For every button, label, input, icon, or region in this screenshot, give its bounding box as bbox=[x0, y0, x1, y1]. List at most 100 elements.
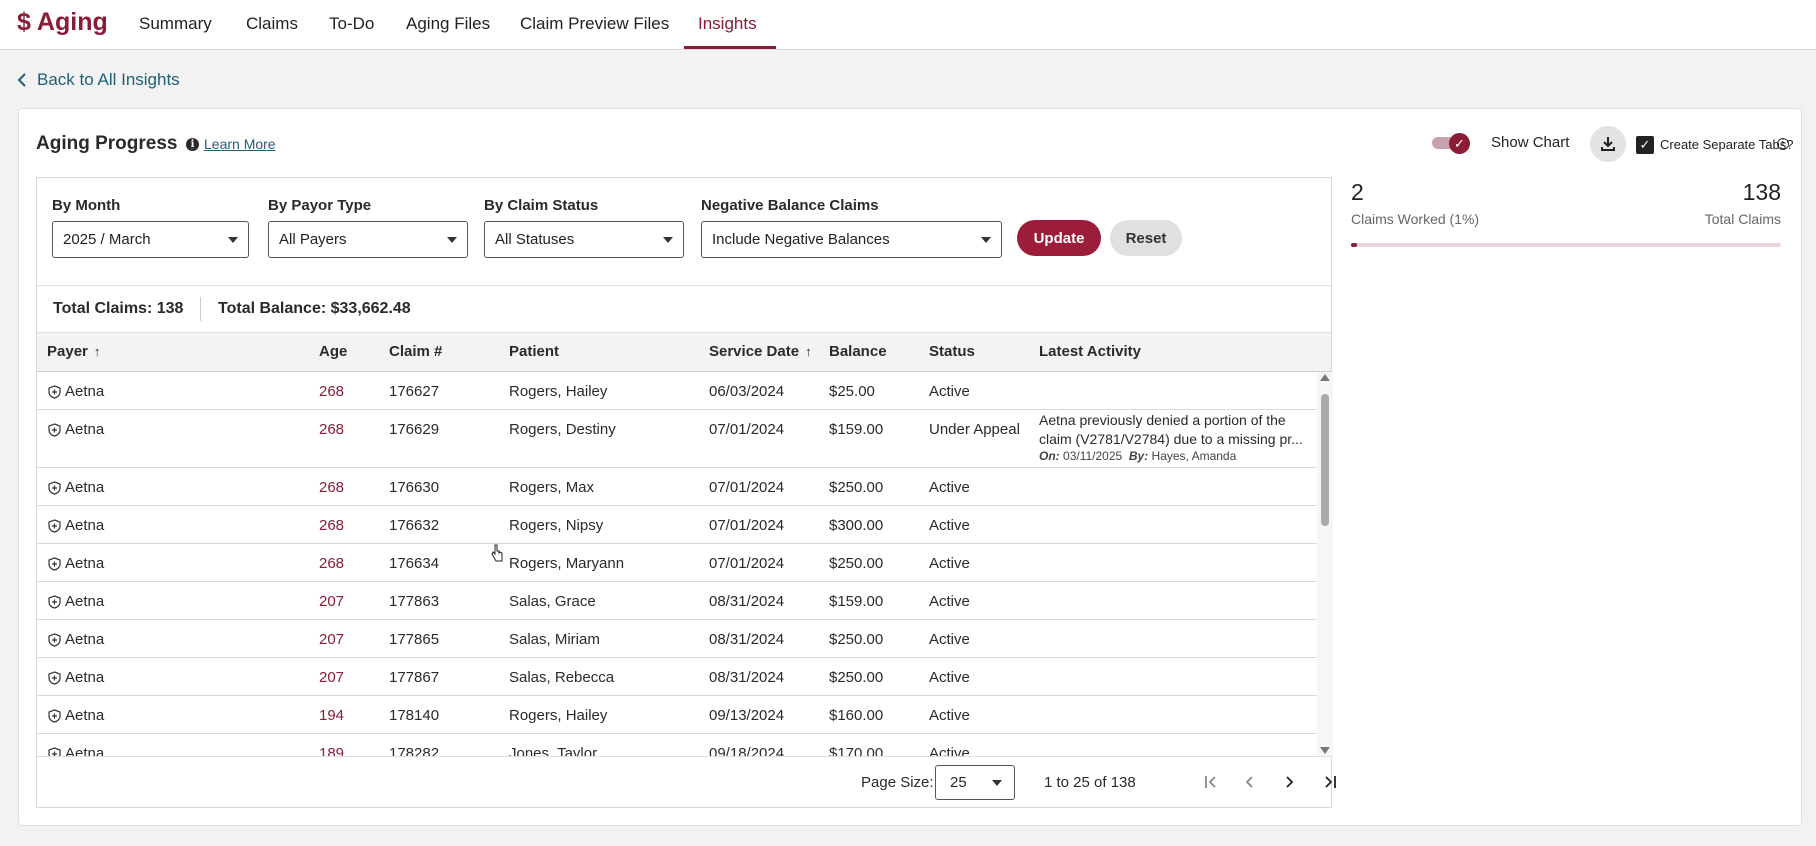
col-patient[interactable]: Patient bbox=[509, 343, 559, 360]
caret-down-icon bbox=[992, 780, 1002, 786]
filter-bar: By Month 2025 / March By Payor Type All … bbox=[37, 178, 1331, 286]
tab-aging-files[interactable]: Aging Files bbox=[406, 14, 490, 34]
service-date-cell: 09/18/2024 bbox=[709, 745, 785, 756]
create-separate-tabs-checkbox[interactable]: ✓ bbox=[1636, 136, 1654, 154]
payer-name: Aetna bbox=[65, 479, 105, 496]
activity-by-label: By: bbox=[1128, 449, 1149, 463]
tab-claim-preview-files[interactable]: Claim Preview Files bbox=[520, 14, 669, 34]
balance-cell: $250.00 bbox=[829, 479, 884, 496]
table-row[interactable]: Aetna 268 176629 Rogers, Destiny 07/01/2024 $… bbox=[37, 410, 1317, 468]
col-status[interactable]: Status bbox=[929, 343, 975, 360]
table-row[interactable]: Aetna 268 176634 Rogers, Maryann 07/01/2024 $… bbox=[37, 544, 1317, 582]
service-date-cell: 07/01/2024 bbox=[709, 517, 785, 534]
top-nav: $ Aging Summary Claims To-Do Aging Files… bbox=[0, 0, 1816, 50]
payer-cell: Aetna bbox=[48, 383, 104, 400]
tab-insights[interactable]: Insights bbox=[698, 14, 757, 34]
shield-icon bbox=[48, 670, 61, 685]
activity-meta: On: 03/11/2025 By: Hayes, Amanda bbox=[1039, 449, 1311, 463]
table-row[interactable]: Aetna 207 177865 Salas, Miriam 08/31/2024 $25… bbox=[37, 620, 1317, 658]
show-chart-toggle[interactable]: ✓ bbox=[1432, 133, 1470, 154]
month-select[interactable]: 2025 / March bbox=[52, 221, 249, 258]
chevron-right-icon bbox=[1286, 776, 1294, 788]
last-page-button[interactable] bbox=[1318, 770, 1342, 794]
claim-number-cell: 178282 bbox=[389, 745, 440, 756]
status-cell: Active bbox=[929, 669, 970, 686]
table-row[interactable]: Aetna 268 176630 Rogers, Max 07/01/2024 $250.… bbox=[37, 468, 1317, 506]
table-row[interactable]: Aetna 268 176632 Rogers, Nipsy 07/01/2024 $30… bbox=[37, 506, 1317, 544]
status-cell: Active bbox=[929, 745, 970, 756]
learn-more-label: Learn More bbox=[204, 136, 276, 152]
total-claims-label: Total Claims bbox=[1704, 211, 1781, 227]
app-logo[interactable]: $ Aging bbox=[17, 8, 108, 37]
table-row[interactable]: Aetna 268 176627 Rogers, Hailey 06/03/2024 $2… bbox=[37, 372, 1317, 410]
age-cell: 207 bbox=[319, 669, 345, 686]
scroll-thumb[interactable] bbox=[1321, 394, 1329, 526]
age-cell: 194 bbox=[319, 707, 345, 724]
status-cell: Active bbox=[929, 631, 970, 648]
col-latest-activity[interactable]: Latest Activity bbox=[1039, 343, 1141, 360]
table-row[interactable]: Aetna 194 178140 Rogers, Hailey 09/13/2024 $1… bbox=[37, 696, 1317, 734]
payer-cell: Aetna bbox=[48, 555, 104, 572]
payer-name: Aetna bbox=[65, 669, 105, 686]
patient-cell: Rogers, Hailey bbox=[509, 707, 608, 724]
payer-name: Aetna bbox=[65, 745, 105, 756]
first-page-icon bbox=[1205, 776, 1216, 788]
next-page-button[interactable] bbox=[1277, 770, 1301, 794]
page-size-select[interactable]: 25 bbox=[935, 765, 1015, 800]
age-cell: 207 bbox=[319, 593, 345, 610]
table-row[interactable]: Aetna 189 178282 Jones, Taylor 09/18/2024 $17… bbox=[37, 734, 1317, 756]
info-icon: i bbox=[186, 137, 199, 151]
back-link-label: Back to All Insights bbox=[37, 70, 180, 89]
col-service-date[interactable]: Service Date ↑ bbox=[709, 343, 812, 360]
col-balance[interactable]: Balance bbox=[829, 343, 887, 360]
learn-more-link[interactable]: i Learn More bbox=[186, 136, 276, 152]
update-button[interactable]: Update bbox=[1017, 220, 1101, 256]
tab-to-do[interactable]: To-Do bbox=[329, 14, 374, 34]
claim-number-cell: 178140 bbox=[389, 707, 440, 724]
table-row[interactable]: Aetna 207 177867 Salas, Rebecca 08/31/2024 $2… bbox=[37, 658, 1317, 696]
age-cell: 189 bbox=[319, 745, 345, 756]
payor-select[interactable]: All Payers bbox=[268, 221, 468, 258]
tab-summary[interactable]: Summary bbox=[139, 14, 212, 34]
balance-cell: $159.00 bbox=[829, 421, 884, 438]
status-cell: Active bbox=[929, 383, 970, 400]
col-service-date-label: Service Date bbox=[709, 343, 800, 360]
payer-name: Aetna bbox=[65, 631, 105, 648]
shield-icon bbox=[48, 708, 61, 723]
balance-cell: $250.00 bbox=[829, 555, 884, 572]
payer-cell: Aetna bbox=[48, 745, 104, 756]
download-button[interactable] bbox=[1590, 126, 1626, 162]
shield-icon bbox=[48, 518, 61, 533]
age-cell: 268 bbox=[319, 517, 345, 534]
col-status-label: Status bbox=[929, 343, 975, 360]
patient-cell: Salas, Rebecca bbox=[509, 669, 615, 686]
tab-claims[interactable]: Claims bbox=[246, 14, 298, 34]
table-scrollbar[interactable] bbox=[1317, 372, 1333, 756]
prev-page-button[interactable] bbox=[1238, 770, 1262, 794]
first-page-button[interactable] bbox=[1199, 770, 1223, 794]
back-to-insights-link[interactable]: Back to All Insights bbox=[17, 70, 180, 90]
payer-cell: Aetna bbox=[48, 479, 104, 496]
shield-icon bbox=[48, 422, 61, 437]
col-claim[interactable]: Claim # bbox=[389, 343, 442, 360]
shield-icon bbox=[48, 594, 61, 609]
payer-name: Aetna bbox=[65, 517, 105, 534]
col-age[interactable]: Age bbox=[319, 343, 347, 360]
caret-down-icon bbox=[447, 237, 457, 243]
chevron-left-icon bbox=[1245, 776, 1253, 788]
reset-button[interactable]: Reset bbox=[1110, 220, 1182, 256]
total-claims: Total Claims: 138 bbox=[53, 300, 184, 317]
caret-down-icon bbox=[981, 237, 991, 243]
sort-up-icon: ↑ bbox=[93, 344, 101, 359]
status-select[interactable]: All Statuses bbox=[484, 221, 684, 258]
month-select-value: 2025 / March bbox=[63, 231, 151, 248]
scroll-up-icon[interactable] bbox=[1320, 374, 1330, 381]
table-row[interactable]: Aetna 207 177863 Salas, Grace 08/31/2024 $159… bbox=[37, 582, 1317, 620]
scroll-down-icon[interactable] bbox=[1320, 747, 1330, 754]
col-payer[interactable]: Payer ↑ bbox=[47, 343, 100, 360]
balance-cell: $25.00 bbox=[829, 383, 875, 400]
claim-number-cell: 176632 bbox=[389, 517, 440, 534]
balance-cell: $250.00 bbox=[829, 631, 884, 648]
negative-balance-select[interactable]: Include Negative Balances bbox=[701, 221, 1002, 258]
info-icon[interactable]: i bbox=[1777, 138, 1789, 150]
